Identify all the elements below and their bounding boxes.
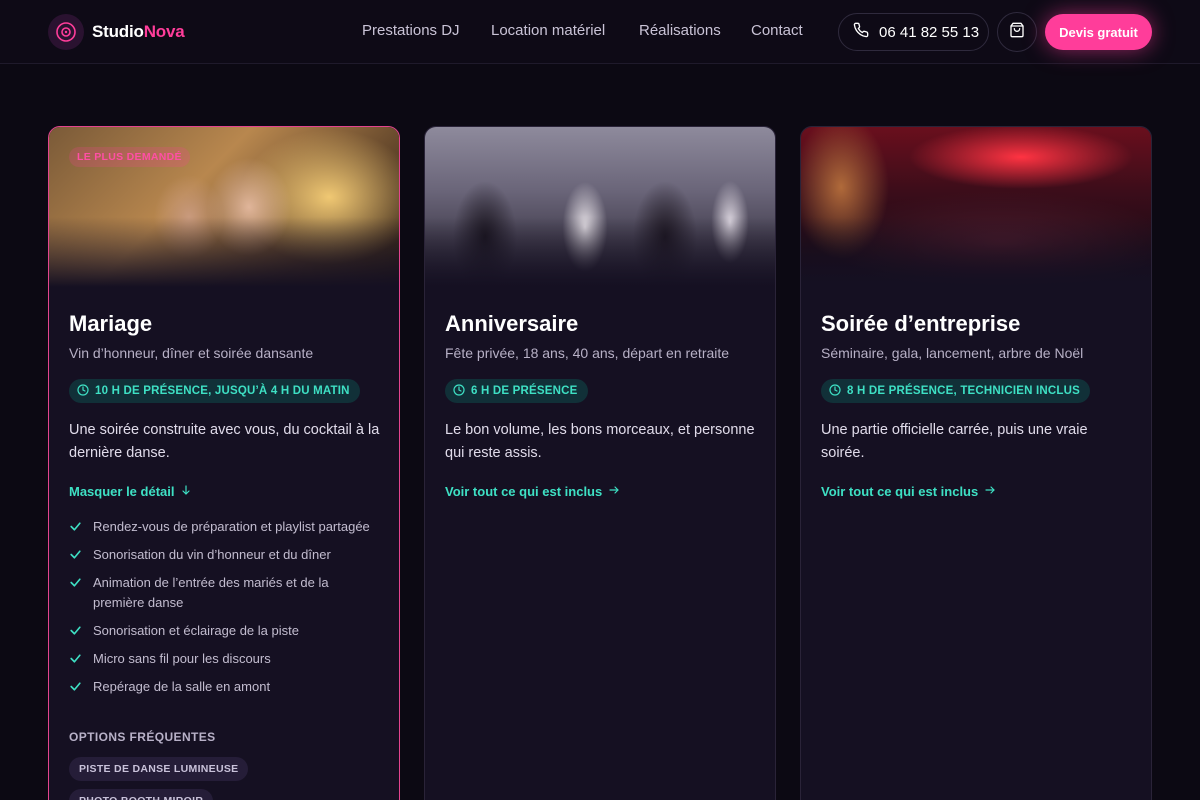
site-header: StudioNova Prestations DJ Location matér… <box>0 0 1200 64</box>
most-requested-badge: LE PLUS DEMANDÉ <box>69 147 190 167</box>
brand-name: StudioNova <box>92 22 185 42</box>
phone-number: 06 41 82 55 13 <box>879 23 980 41</box>
feature-text: Sonorisation du vin d’honneur et du dîne… <box>93 547 331 562</box>
clock-icon <box>77 383 95 399</box>
corporate-event-photo <box>801 127 1151 287</box>
check-icon <box>70 550 81 559</box>
service-card-mariage: LE PLUS DEMANDÉ Mariage Vin d’honneur, d… <box>48 126 400 800</box>
duration-badge: 10 H DE PRÉSENCE, JUSQU’À 4 H DU MATIN <box>69 379 360 403</box>
card-link-label: Voir tout ce qui est inclus <box>445 484 603 499</box>
check-icon <box>70 626 81 635</box>
brand-logo[interactable]: StudioNova <box>48 14 185 50</box>
feature-item: Animation de l’entrée des mariés et de l… <box>69 573 381 613</box>
feature-item: Sonorisation et éclairage de la piste <box>69 621 381 641</box>
see-included-link[interactable]: Voir tout ce qui est inclus <box>445 484 620 499</box>
birthday-party-photo <box>425 127 775 287</box>
check-icon <box>70 682 81 691</box>
service-card-soiree-entreprise: Soirée d’entreprise Séminaire, gala, lan… <box>800 126 1152 800</box>
brand-name-accent: Nova <box>143 22 185 41</box>
card-subtitle: Fête privée, 18 ans, 40 ans, départ en r… <box>445 345 730 361</box>
feature-item: Repérage de la salle en amont <box>69 677 381 697</box>
hide-details-link[interactable]: Masquer le détail <box>69 484 192 499</box>
card-description: Le bon volume, les bons morceaux, et per… <box>445 422 755 461</box>
feature-item: Micro sans fil pour les discours <box>69 649 381 669</box>
option-chip-photo-booth[interactable]: PHOTO BOOTH MIROIR <box>69 789 214 800</box>
feature-text: Repérage de la salle en amont <box>93 679 271 694</box>
card-description: Une partie officielle carrée, puis une v… <box>821 422 1088 461</box>
duration-badge: 6 H DE PRÉSENCE <box>445 379 588 403</box>
clock-icon <box>829 383 847 399</box>
arrow-right-icon <box>602 484 620 499</box>
feature-item: Rendez-vous de préparation et playlist p… <box>69 517 381 537</box>
included-features-list: Rendez-vous de préparation et playlist p… <box>69 517 381 705</box>
duration-text: 8 H DE PRÉSENCE, TECHNICIEN INCLUS <box>847 385 1080 397</box>
card-title: Mariage <box>69 311 153 336</box>
service-card-anniversaire: Anniversaire Fête privée, 18 ans, 40 ans… <box>424 126 776 800</box>
phone-button[interactable]: 06 41 82 55 13 <box>838 13 989 51</box>
duration-text: 6 H DE PRÉSENCE <box>471 385 578 397</box>
feature-text: Sonorisation et éclairage de la piste <box>93 623 299 638</box>
cart-button[interactable] <box>997 12 1037 52</box>
nav-prestations-dj[interactable]: Prestations DJ <box>362 22 460 39</box>
card-link-label: Voir tout ce qui est inclus <box>821 484 979 499</box>
phone-icon <box>853 22 869 42</box>
arrow-right-icon <box>978 484 996 499</box>
duration-badge: 8 H DE PRÉSENCE, TECHNICIEN INCLUS <box>821 379 1090 403</box>
clock-icon <box>453 383 471 399</box>
card-title: Anniversaire <box>445 311 579 336</box>
card-subtitle: Séminaire, gala, lancement, arbre de Noë… <box>821 345 1084 361</box>
nav-realisations[interactable]: Réalisations <box>639 22 721 39</box>
card-link-label: Masquer le détail <box>69 484 175 499</box>
feature-text: Animation de l’entrée des mariés et de l… <box>93 575 329 610</box>
shopping-bag-icon <box>1009 22 1025 43</box>
see-included-link[interactable]: Voir tout ce qui est inclus <box>821 484 996 499</box>
free-quote-button[interactable]: Devis gratuit <box>1045 14 1152 50</box>
options-heading: OPTIONS FRÉQUENTES <box>69 730 216 744</box>
feature-text: Micro sans fil pour les discours <box>93 651 271 666</box>
check-icon <box>70 522 81 531</box>
duration-text: 10 H DE PRÉSENCE, JUSQU’À 4 H DU MATIN <box>95 385 350 397</box>
feature-item: Sonorisation du vin d’honneur et du dîne… <box>69 545 381 565</box>
card-title: Soirée d’entreprise <box>821 311 1021 336</box>
check-icon <box>70 654 81 663</box>
arrow-down-icon <box>174 484 192 499</box>
option-chip-light-dancefloor[interactable]: PISTE DE DANSE LUMINEUSE <box>69 757 249 781</box>
nav-contact[interactable]: Contact <box>751 22 803 39</box>
check-icon <box>70 578 81 587</box>
feature-text: Rendez-vous de préparation et playlist p… <box>93 519 370 534</box>
card-subtitle: Vin d’honneur, dîner et soirée dansante <box>69 345 314 361</box>
brand-name-first: Studio <box>92 22 144 41</box>
nav-location-materiel[interactable]: Location matériel <box>491 22 605 39</box>
card-description: Une soirée construite avec vous, du cock… <box>69 422 380 461</box>
vinyl-icon <box>48 14 84 50</box>
